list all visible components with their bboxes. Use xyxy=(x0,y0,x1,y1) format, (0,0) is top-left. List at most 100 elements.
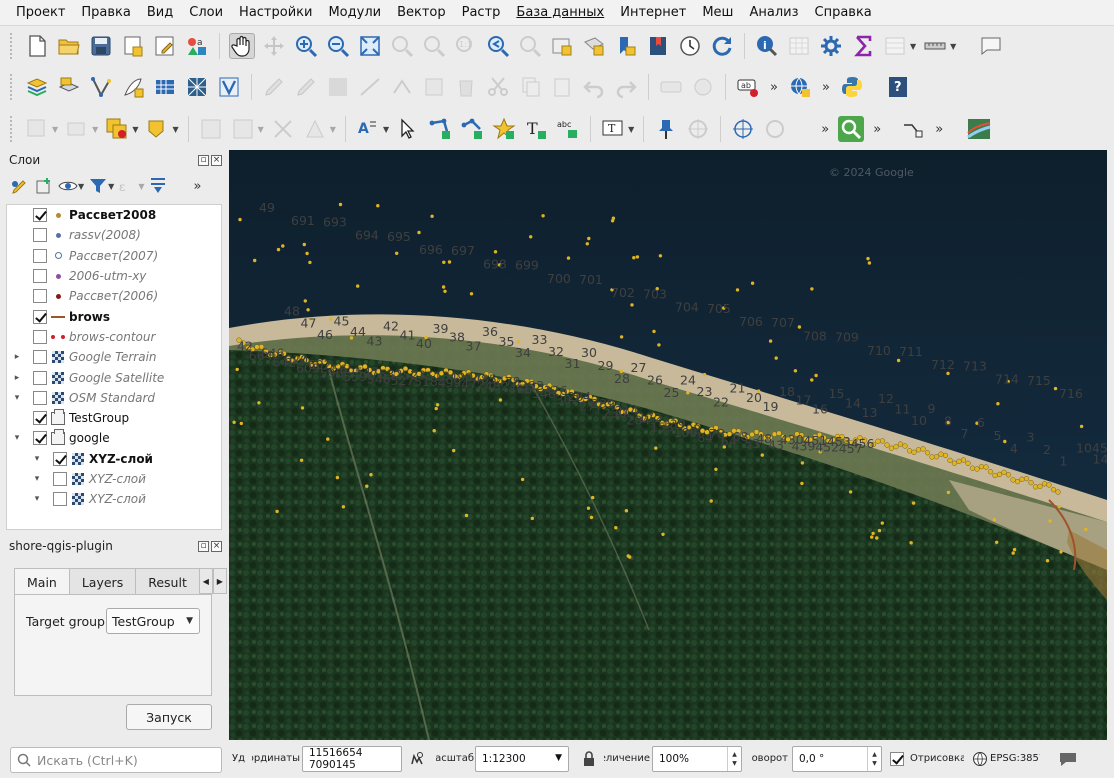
add-line-icon[interactable] xyxy=(427,116,453,142)
add-vector-layer-icon[interactable] xyxy=(88,74,114,100)
collapse-arrow-icon[interactable]: ▾ xyxy=(11,433,23,443)
target-group-select[interactable]: TestGroup ▼ xyxy=(106,608,200,634)
menu-vector[interactable]: Вектор xyxy=(389,0,454,26)
dropdown-arrow-icon[interactable]: ▼ xyxy=(258,125,264,134)
new-project-icon[interactable] xyxy=(24,33,50,59)
spin-arrows-icon[interactable]: ▲ ▼ xyxy=(727,747,741,771)
layer-visibility-checkbox[interactable] xyxy=(53,492,67,507)
layer-visibility-checkbox[interactable] xyxy=(53,451,67,466)
move-label-icon[interactable] xyxy=(685,116,711,142)
add-virtual-layer-icon[interactable] xyxy=(216,74,242,100)
satellite-map[interactable]: 49691 693694 695696 697698 699700 701702 70370… xyxy=(229,150,1107,740)
copy-features-icon[interactable] xyxy=(517,74,543,100)
expand-arrow-icon[interactable]: ▸ xyxy=(11,373,23,383)
locator-search[interactable]: Искать (Ctrl+K) xyxy=(10,747,222,773)
menu-plugins[interactable]: Модули xyxy=(320,0,389,26)
add-layer-icon[interactable] xyxy=(56,74,82,100)
layer-tree-item[interactable]: 2006-utm-xy xyxy=(7,266,221,286)
layer-visibility-checkbox[interactable] xyxy=(33,350,47,365)
shore-plugin-icon[interactable] xyxy=(966,116,992,142)
style-manager-icon[interactable]: a xyxy=(184,33,210,59)
toolbar-grip[interactable] xyxy=(10,74,14,100)
layer-visibility-checkbox[interactable] xyxy=(53,472,67,486)
reshape-features-icon[interactable] xyxy=(302,116,328,142)
add-gps-point-icon[interactable] xyxy=(762,116,788,142)
expand-arrow-icon[interactable]: ▸ xyxy=(11,352,23,362)
float-panel-icon[interactable]: ▫ xyxy=(198,154,209,166)
add-text-annotation-icon[interactable]: T xyxy=(523,116,549,142)
identify-features-icon[interactable]: i xyxy=(754,33,780,59)
open-layer-styling-icon[interactable] xyxy=(10,176,30,196)
add-group-icon[interactable] xyxy=(34,176,54,196)
dropdown-arrow-icon[interactable]: ▼ xyxy=(108,182,114,191)
tab-scroll-left-icon[interactable]: ◀ xyxy=(198,568,213,594)
refresh-icon[interactable] xyxy=(709,33,735,59)
paste-features-icon[interactable] xyxy=(549,74,575,100)
advanced-digitize-icon[interactable] xyxy=(198,116,224,142)
toolbar-grip[interactable] xyxy=(10,116,14,142)
menu-layer[interactable]: Слои xyxy=(181,0,231,26)
crs-globe-icon[interactable] xyxy=(972,751,988,767)
layer-tree-item[interactable]: ▾ OSM Standard xyxy=(7,388,221,408)
tab-scroll-right-icon[interactable]: ▶ xyxy=(212,568,227,594)
cut-features-icon[interactable] xyxy=(485,74,511,100)
edit-pencil-icon[interactable] xyxy=(293,74,319,100)
layer-visibility-checkbox[interactable] xyxy=(33,329,47,344)
add-abc-annotation-icon[interactable]: abc xyxy=(555,116,581,142)
dropdown-arrow-icon[interactable]: ▼ xyxy=(383,125,389,134)
toggle-editing-icon[interactable] xyxy=(261,74,287,100)
layer-visibility-checkbox[interactable] xyxy=(33,269,47,284)
collapse-arrow-icon[interactable]: ▾ xyxy=(11,393,23,403)
data-source-manager-icon[interactable] xyxy=(24,74,50,100)
collapse-arrow-icon[interactable]: ▾ xyxy=(31,494,43,504)
split-features-icon[interactable] xyxy=(270,116,296,142)
zoom-to-layer-icon[interactable] xyxy=(421,33,447,59)
add-wms-layer-icon[interactable] xyxy=(787,74,813,100)
filter-expression-icon[interactable]: ε xyxy=(118,176,138,196)
dropdown-arrow-icon[interactable]: ▼ xyxy=(330,125,336,134)
processing-toolbox-icon[interactable] xyxy=(818,33,844,59)
toolbar-overflow-icon[interactable]: » xyxy=(932,122,946,137)
zoom-native-icon[interactable]: 1:1 xyxy=(453,33,479,59)
toolbar-overflow-icon[interactable]: » xyxy=(870,122,884,137)
save-as-icon[interactable] xyxy=(120,33,146,59)
delete-selected-icon[interactable] xyxy=(453,74,479,100)
menu-project[interactable]: Проект xyxy=(8,0,73,26)
modify-attributes-icon[interactable] xyxy=(421,74,447,100)
rotate-feature-icon[interactable] xyxy=(230,116,256,142)
pan-to-selection-icon[interactable] xyxy=(261,33,287,59)
layer-tree-item[interactable]: Рассвет(2006) xyxy=(7,286,221,306)
pan-tool-icon[interactable] xyxy=(229,33,255,59)
add-mesh-layer-icon[interactable] xyxy=(152,74,178,100)
layer-tree-item[interactable]: TestGroup xyxy=(7,408,221,428)
map-tips-icon[interactable] xyxy=(978,33,1004,59)
layer-visibility-checkbox[interactable] xyxy=(33,248,47,263)
dropdown-arrow-icon[interactable]: ▼ xyxy=(172,125,178,134)
menu-view[interactable]: Вид xyxy=(139,0,181,26)
zoom-full-icon[interactable] xyxy=(357,33,383,59)
layer-tree-item[interactable]: ▾ XYZ-слой xyxy=(7,469,221,489)
new-spatial-bookmark-icon[interactable] xyxy=(549,33,575,59)
undo-icon[interactable] xyxy=(581,74,607,100)
georeference-icon[interactable] xyxy=(730,116,756,142)
temporal-controller-icon[interactable] xyxy=(677,33,703,59)
render-checkbox[interactable] xyxy=(890,752,904,766)
add-line-feature-icon[interactable] xyxy=(357,74,383,100)
toggle-extents-icon[interactable] xyxy=(408,750,426,768)
menu-processing[interactable]: Анализ xyxy=(741,0,806,26)
zoom-next-icon[interactable] xyxy=(517,33,543,59)
layer-tree-item[interactable]: Рассвет(2007) xyxy=(7,246,221,266)
collapse-arrow-icon[interactable]: ▾ xyxy=(31,474,43,484)
redo-icon[interactable] xyxy=(613,74,639,100)
tab-main[interactable]: Main xyxy=(14,568,70,596)
help-icon[interactable]: ? xyxy=(885,74,911,100)
bookmarks-book-icon[interactable] xyxy=(645,33,671,59)
layer-labeling-icon[interactable]: ab xyxy=(735,74,761,100)
print-layout-icon[interactable] xyxy=(152,33,178,59)
save-edits-icon[interactable] xyxy=(325,74,351,100)
dropdown-arrow-icon[interactable]: ▼ xyxy=(950,42,956,51)
layer-visibility-checkbox[interactable] xyxy=(33,228,47,243)
add-raster-layer-icon[interactable] xyxy=(120,74,146,100)
dropdown-arrow-icon[interactable]: ▼ xyxy=(910,42,916,51)
filter-legend-icon[interactable] xyxy=(88,176,108,196)
